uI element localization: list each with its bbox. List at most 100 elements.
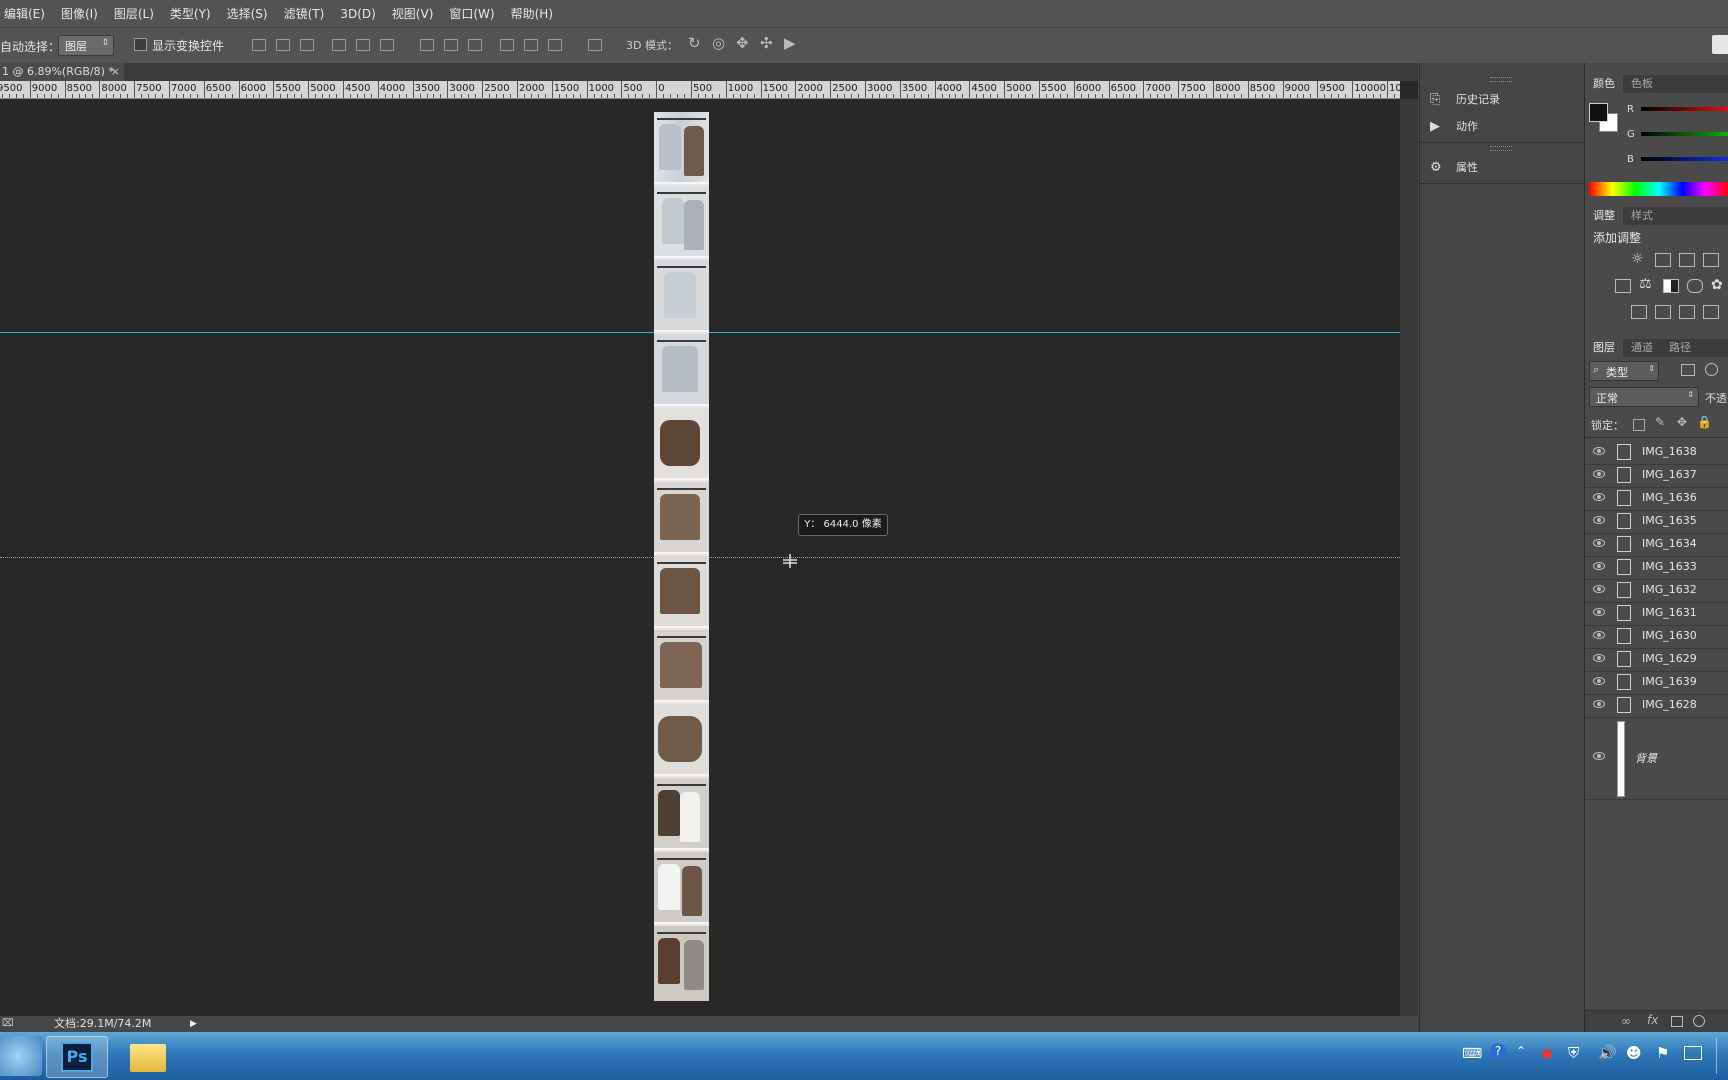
channel-b-slider[interactable] bbox=[1641, 157, 1728, 161]
menu-edit[interactable]: 编辑(E) bbox=[0, 5, 53, 22]
workspace-button[interactable] bbox=[1712, 35, 1728, 54]
slide-3d-icon[interactable]: ✣ bbox=[760, 34, 773, 52]
add-mask-icon[interactable] bbox=[1671, 1016, 1683, 1027]
selective-color-icon[interactable] bbox=[1703, 305, 1719, 319]
menu-layer[interactable]: 图层(L) bbox=[106, 5, 162, 22]
background-layer-row[interactable]: 背景 bbox=[1585, 717, 1728, 800]
tab-channels[interactable]: 通道 bbox=[1623, 339, 1661, 357]
layer-row[interactable]: IMG_1632 bbox=[1585, 579, 1728, 603]
dock-actions[interactable]: ▶ 动作 bbox=[1430, 114, 1478, 138]
taskbar-explorer[interactable] bbox=[118, 1036, 178, 1076]
eye-icon[interactable] bbox=[1593, 539, 1605, 547]
layer-row[interactable]: IMG_1633 bbox=[1585, 556, 1728, 580]
eye-icon[interactable] bbox=[1593, 470, 1605, 478]
auto-select-dropdown[interactable]: 图层 ⇕ bbox=[58, 35, 114, 56]
dock-grip[interactable] bbox=[1490, 77, 1512, 82]
horizontal-ruler[interactable]: 9500900085008000750070006500600055005000… bbox=[0, 81, 1400, 99]
align-top-icon[interactable] bbox=[252, 39, 266, 51]
menu-window[interactable]: 窗口(W) bbox=[441, 5, 502, 22]
layer-row[interactable]: IMG_1629 bbox=[1585, 648, 1728, 672]
posterize-icon[interactable] bbox=[1655, 305, 1671, 319]
network-icon[interactable] bbox=[1684, 1046, 1702, 1060]
shield-icon[interactable]: ⛨ bbox=[1568, 1044, 1579, 1062]
tab-adjustments[interactable]: 调整 bbox=[1585, 207, 1623, 225]
vibrance-icon[interactable] bbox=[1615, 279, 1631, 293]
image-strip[interactable] bbox=[654, 112, 709, 1001]
layer-row[interactable]: IMG_1634 bbox=[1585, 533, 1728, 557]
tray-expand-icon[interactable]: ⌃ bbox=[1516, 1044, 1526, 1058]
eye-icon[interactable] bbox=[1593, 631, 1605, 639]
zoom-icon[interactable]: ⌧ bbox=[2, 1016, 14, 1032]
align-vcenter-icon[interactable] bbox=[276, 39, 290, 51]
layer-row[interactable]: IMG_1637 bbox=[1585, 464, 1728, 488]
link-layers-icon[interactable]: ∞ bbox=[1621, 1014, 1631, 1028]
menu-3d[interactable]: 3D(D) bbox=[332, 7, 383, 21]
eye-icon[interactable] bbox=[1593, 677, 1605, 685]
align-right-icon[interactable] bbox=[380, 39, 394, 51]
lock-transparent-icon[interactable] bbox=[1633, 419, 1645, 431]
record-icon[interactable] bbox=[1542, 1049, 1552, 1059]
color-spectrum-bar[interactable] bbox=[1589, 182, 1728, 196]
tab-paths[interactable]: 路径 bbox=[1661, 339, 1699, 357]
auto-align-icon[interactable] bbox=[588, 39, 602, 51]
document-tab[interactable]: 1 @ 6.89%(RGB/8) * × bbox=[0, 63, 124, 81]
layer-row[interactable]: IMG_1628 bbox=[1585, 694, 1728, 718]
volume-icon[interactable]: 🔊 bbox=[1598, 1044, 1617, 1062]
help-icon[interactable]: ? bbox=[1490, 1043, 1506, 1059]
layer-row[interactable]: IMG_1631 bbox=[1585, 602, 1728, 626]
distribute-right-icon[interactable] bbox=[548, 39, 562, 51]
layer-row[interactable]: IMG_1638 bbox=[1585, 441, 1728, 465]
curves-icon[interactable] bbox=[1679, 253, 1695, 267]
roll-3d-icon[interactable]: ◎ bbox=[712, 34, 725, 52]
foreground-color-swatch[interactable] bbox=[1589, 103, 1608, 122]
channel-r-slider[interactable] bbox=[1641, 107, 1728, 111]
eye-icon[interactable] bbox=[1593, 752, 1605, 760]
blend-mode-dropdown[interactable]: 正常 ⇕ bbox=[1589, 387, 1699, 407]
tab-color[interactable]: 颜色 bbox=[1585, 75, 1623, 93]
keyboard-icon[interactable]: ⌨ bbox=[1462, 1046, 1482, 1062]
fx-icon[interactable]: fx bbox=[1647, 1013, 1658, 1027]
eye-icon[interactable] bbox=[1593, 585, 1605, 593]
menu-view[interactable]: 视图(V) bbox=[384, 5, 442, 22]
distribute-bottom-icon[interactable] bbox=[468, 39, 482, 51]
vertical-scrollbar[interactable] bbox=[1400, 99, 1418, 1016]
tab-layers[interactable]: 图层 bbox=[1585, 339, 1623, 357]
menu-image[interactable]: 图像(I) bbox=[53, 5, 106, 22]
tab-swatches[interactable]: 色板 bbox=[1623, 75, 1661, 93]
drag-3d-icon[interactable]: ✥ bbox=[736, 34, 749, 52]
dock-properties[interactable]: ⚙ 属性 bbox=[1430, 155, 1478, 179]
threshold-icon[interactable] bbox=[1679, 305, 1695, 319]
channel-g-slider[interactable] bbox=[1641, 132, 1728, 136]
layer-row[interactable]: IMG_1630 bbox=[1585, 625, 1728, 649]
color-balance-icon[interactable]: ⚖ bbox=[1639, 276, 1652, 292]
layer-row[interactable]: IMG_1639 bbox=[1585, 671, 1728, 695]
photo-filter-icon[interactable] bbox=[1687, 279, 1703, 293]
align-hcenter-icon[interactable] bbox=[356, 39, 370, 51]
levels-icon[interactable] bbox=[1655, 253, 1671, 267]
show-transform-checkbox[interactable] bbox=[134, 38, 147, 51]
tab-styles[interactable]: 样式 bbox=[1623, 207, 1661, 225]
scale-3d-icon[interactable]: ▶ bbox=[784, 34, 796, 52]
black-white-icon[interactable] bbox=[1663, 279, 1679, 293]
filter-adjustment-icon[interactable] bbox=[1705, 363, 1718, 376]
dock-grip[interactable] bbox=[1490, 146, 1512, 151]
layer-row[interactable]: IMG_1635 bbox=[1585, 510, 1728, 534]
distribute-hcenter-icon[interactable] bbox=[524, 39, 538, 51]
layer-filter-dropdown[interactable]: ⌕ 类型 ⇕ bbox=[1589, 361, 1659, 381]
rotate-3d-icon[interactable]: ↻ bbox=[688, 34, 701, 52]
eye-icon[interactable] bbox=[1593, 447, 1605, 455]
lock-pixels-icon[interactable]: ✎ bbox=[1655, 415, 1665, 429]
menu-filter[interactable]: 滤镜(T) bbox=[276, 5, 333, 22]
distribute-top-icon[interactable] bbox=[420, 39, 434, 51]
show-desktop-button[interactable] bbox=[1716, 1038, 1728, 1074]
align-left-icon[interactable] bbox=[332, 39, 346, 51]
layer-row[interactable]: IMG_1636 bbox=[1585, 487, 1728, 511]
align-bottom-icon[interactable] bbox=[300, 39, 314, 51]
start-button[interactable] bbox=[0, 1036, 42, 1076]
invert-icon[interactable] bbox=[1631, 305, 1647, 319]
distribute-vcenter-icon[interactable] bbox=[444, 39, 458, 51]
eye-icon[interactable] bbox=[1593, 608, 1605, 616]
tab-close-icon[interactable]: × bbox=[111, 63, 120, 81]
exposure-icon[interactable] bbox=[1703, 253, 1719, 267]
brightness-icon[interactable]: ☼ bbox=[1631, 251, 1644, 267]
